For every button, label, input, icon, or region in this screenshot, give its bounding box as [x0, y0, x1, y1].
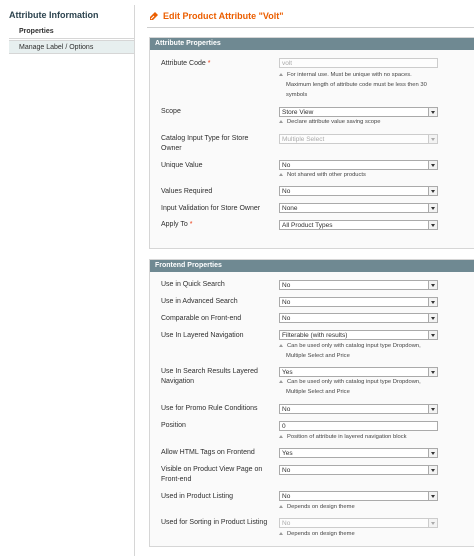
apply-to-label: Apply To * [161, 221, 193, 228]
html-tags-label: Allow HTML Tags on Frontend [161, 449, 255, 456]
unique-value-select[interactable]: No [279, 160, 438, 170]
frontend-properties-heading: Frontend Properties [150, 260, 474, 272]
edit-attribute-icon [150, 12, 158, 20]
unique-value-label: Unique Value [161, 162, 203, 169]
input-validation-label: Input Validation for Store Owner [161, 205, 261, 212]
tab-properties[interactable]: Properties [9, 25, 134, 39]
chevron-down-icon [428, 135, 437, 143]
comparable-select[interactable]: No [279, 313, 438, 323]
chevron-down-icon [428, 298, 437, 306]
sorting-label: Used for Sorting in Product Listing [161, 519, 268, 526]
sidebar: Attribute Information Properties Manage … [0, 0, 135, 556]
promo-rule-select[interactable]: No [279, 404, 438, 414]
advanced-search-select[interactable]: No [279, 297, 438, 307]
chevron-down-icon [428, 204, 437, 212]
search-layered-nav-note-2: Multiple Select and Price [286, 389, 350, 395]
attribute-code-note-2: Maximum length of attribute code must be… [286, 82, 427, 88]
search-layered-nav-label: Use In Search Results Layered Navigation [161, 368, 258, 385]
chevron-down-icon [428, 161, 437, 169]
html-tags-select[interactable]: Yes [279, 448, 438, 458]
visible-view-page-select[interactable]: No [279, 465, 438, 475]
chevron-down-icon [428, 331, 437, 339]
comparable-label: Comparable on Front-end [161, 315, 242, 322]
promo-rule-label: Use for Promo Rule Conditions [161, 405, 258, 412]
product-listing-select[interactable]: No [279, 491, 438, 501]
layered-nav-select[interactable]: Filterable (with results) [279, 330, 438, 340]
sorting-select[interactable]: No [279, 518, 438, 528]
layered-nav-label: Use In Layered Navigation [161, 332, 244, 339]
scope-note: Declare attribute value saving scope [279, 117, 444, 127]
chevron-down-icon [428, 466, 437, 474]
required-marker: * [189, 221, 193, 228]
tab-manage-label-options[interactable]: Manage Label / Options [9, 40, 134, 54]
values-required-label: Values Required [161, 188, 213, 195]
chevron-down-icon [428, 314, 437, 322]
search-layered-nav-note: Can be used only with catalog input type… [279, 377, 444, 387]
chevron-down-icon [428, 492, 437, 500]
position-note: Position of attribute in layered navigat… [279, 432, 444, 442]
hint-icon [279, 72, 283, 76]
layered-nav-note-2: Multiple Select and Price [286, 353, 350, 359]
page-title: Edit Product Attribute "Volt" [163, 11, 284, 21]
chevron-down-icon [428, 405, 437, 413]
chevron-down-icon [428, 108, 437, 116]
input-type-select[interactable]: Multiple Select [279, 134, 438, 144]
attribute-code-note: For internal use. Must be unique with no… [279, 70, 444, 80]
input-type-label: Catalog Input Type for Store Owner [161, 135, 249, 152]
product-listing-note: Depends on design theme [279, 502, 444, 512]
hint-icon [279, 172, 283, 176]
sorting-note: Depends on design theme [279, 529, 444, 539]
attribute-code-input[interactable]: volt [279, 58, 438, 68]
chevron-down-icon [428, 519, 437, 527]
chevron-down-icon [428, 221, 437, 229]
hint-icon [279, 434, 283, 438]
chevron-down-icon [428, 281, 437, 289]
visible-view-page-label: Visible on Product View Page on Front-end [161, 466, 263, 483]
attribute-code-label: Attribute Code * [161, 60, 211, 67]
values-required-select[interactable]: No [279, 186, 438, 196]
hint-icon [279, 343, 283, 347]
position-label: Position [161, 422, 186, 429]
sidebar-divider [134, 5, 135, 556]
chevron-down-icon [428, 187, 437, 195]
header-divider [147, 27, 474, 28]
hint-icon [279, 531, 283, 535]
position-input[interactable]: 0 [279, 421, 438, 431]
quick-search-label: Use in Quick Search [161, 281, 225, 288]
search-layered-nav-select[interactable]: Yes [279, 367, 438, 377]
layered-nav-note: Can be used only with catalog input type… [279, 341, 444, 351]
scope-select[interactable]: Store View [279, 107, 438, 117]
sidebar-title: Attribute Information [9, 10, 99, 20]
input-validation-select[interactable]: None [279, 203, 438, 213]
chevron-down-icon [428, 368, 437, 376]
hint-icon [279, 379, 283, 383]
attribute-properties-heading: Attribute Properties [150, 38, 474, 50]
product-listing-label: Used in Product Listing [161, 493, 233, 500]
quick-search-select[interactable]: No [279, 280, 438, 290]
unique-value-note: Not shared with other products [279, 170, 444, 180]
hint-icon [279, 119, 283, 123]
hint-icon [279, 504, 283, 508]
apply-to-select[interactable]: All Product Types [279, 220, 438, 230]
advanced-search-label: Use in Advanced Search [161, 298, 238, 305]
required-marker: * [207, 60, 211, 67]
attribute-code-note-3: symbols [286, 92, 308, 98]
scope-label: Scope [161, 108, 181, 115]
chevron-down-icon [428, 449, 437, 457]
